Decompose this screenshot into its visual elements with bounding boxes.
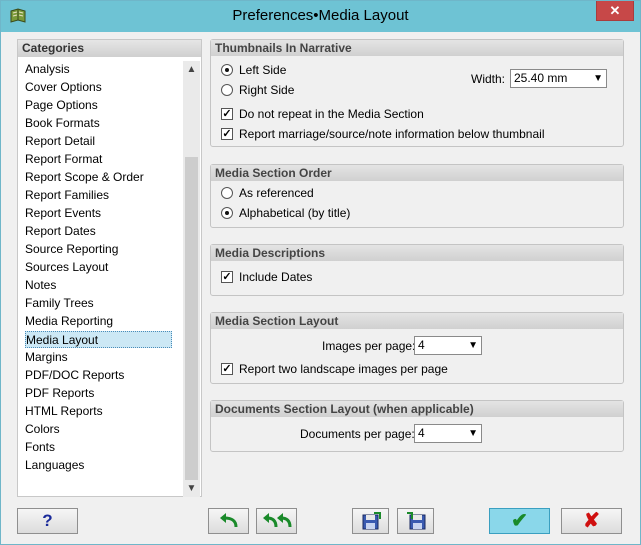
report-marriage-checkbox[interactable]: ✓ bbox=[221, 128, 233, 140]
dialog-body: Categories Analysis Cover Options Page O… bbox=[9, 32, 632, 538]
cancel-button[interactable]: ✘ bbox=[561, 508, 622, 534]
width-select[interactable]: 25.40 mm ▼ bbox=[510, 69, 607, 88]
undo-all-button[interactable] bbox=[256, 508, 297, 534]
category-item[interactable]: Notes bbox=[25, 277, 173, 294]
alphabetical-label: Alphabetical (by title) bbox=[239, 206, 351, 220]
categories-panel: Categories Analysis Cover Options Page O… bbox=[17, 39, 202, 497]
category-item[interactable]: Family Trees bbox=[25, 295, 173, 312]
width-label: Width: bbox=[471, 72, 506, 86]
thumbnails-group: Thumbnails In Narrative Left Side Right … bbox=[210, 39, 624, 147]
category-item[interactable]: Languages bbox=[25, 457, 173, 474]
media-section-layout-group: Media Section Layout Images per page: 4 … bbox=[210, 312, 624, 384]
documents-per-page-select[interactable]: 4 ▼ bbox=[414, 424, 482, 443]
include-dates-checkbox-row[interactable]: ✓ Include Dates bbox=[221, 268, 421, 286]
report-marriage-checkbox-row[interactable]: ✓ Report marriage/source/note informatio… bbox=[221, 125, 601, 143]
two-landscape-checkbox-row[interactable]: ✓ Report two landscape images per page bbox=[221, 360, 521, 378]
no-repeat-checkbox-row[interactable]: ✓ Do not repeat in the Media Section bbox=[221, 105, 551, 123]
as-referenced-label: As referenced bbox=[239, 186, 314, 200]
two-landscape-label: Report two landscape images per page bbox=[239, 362, 448, 376]
load-button[interactable] bbox=[397, 508, 434, 534]
chevron-down-icon: ▼ bbox=[468, 340, 478, 351]
images-per-page-value: 4 bbox=[418, 338, 425, 352]
width-select-value: 25.40 mm bbox=[514, 71, 568, 85]
category-item[interactable]: PDF/DOC Reports bbox=[25, 367, 173, 384]
media-descriptions-group: Media Descriptions ✓ Include Dates bbox=[210, 244, 624, 296]
media-section-order-group: Media Section Order As referenced Alphab… bbox=[210, 164, 624, 228]
report-marriage-label: Report marriage/source/note information … bbox=[239, 127, 545, 141]
as-referenced-radio[interactable] bbox=[221, 187, 233, 199]
undo-all-arrows-icon bbox=[262, 513, 291, 528]
close-button[interactable]: ✕ bbox=[596, 1, 634, 21]
categories-scrollbar[interactable]: ▲ ▼ bbox=[183, 61, 200, 497]
category-item[interactable]: PDF Reports bbox=[25, 385, 173, 402]
alphabetical-radio[interactable] bbox=[221, 207, 233, 219]
category-item[interactable]: Report Detail bbox=[25, 133, 173, 150]
category-item[interactable]: Report Families bbox=[25, 187, 173, 204]
thumbnails-group-title: Thumbnails In Narrative bbox=[211, 40, 623, 56]
category-item[interactable]: Fonts bbox=[25, 439, 173, 456]
category-item[interactable]: Report Dates bbox=[25, 223, 173, 240]
category-item-selected[interactable]: Media Layout bbox=[25, 331, 172, 348]
save-button[interactable] bbox=[352, 508, 389, 534]
category-item[interactable]: Media Reporting bbox=[25, 313, 173, 330]
documents-per-page-value: 4 bbox=[418, 426, 425, 440]
scroll-up-arrow-icon[interactable]: ▲ bbox=[183, 61, 200, 78]
undo-button[interactable] bbox=[208, 508, 249, 534]
title-bar[interactable]: Preferences•Media Layout ✕ bbox=[1, 1, 640, 32]
ok-button[interactable]: ✔ bbox=[489, 508, 550, 534]
category-item[interactable]: Analysis bbox=[25, 61, 173, 78]
right-side-label: Right Side bbox=[239, 83, 295, 97]
chevron-down-icon: ▼ bbox=[593, 73, 603, 84]
category-item[interactable]: Page Options bbox=[25, 97, 173, 114]
scroll-thumb[interactable] bbox=[185, 157, 198, 480]
undo-arrow-icon bbox=[219, 513, 237, 528]
documents-section-layout-title: Documents Section Layout (when applicabl… bbox=[211, 401, 623, 417]
categories-header: Categories bbox=[18, 40, 201, 57]
category-item[interactable]: HTML Reports bbox=[25, 403, 173, 420]
no-repeat-label: Do not repeat in the Media Section bbox=[239, 107, 424, 121]
category-item[interactable]: Colors bbox=[25, 421, 173, 438]
category-item[interactable]: Cover Options bbox=[25, 79, 173, 96]
category-item[interactable]: Sources Layout bbox=[25, 259, 173, 276]
images-per-page-label: Images per page: bbox=[322, 339, 416, 353]
left-side-label: Left Side bbox=[239, 63, 287, 77]
floppy-load-icon bbox=[406, 512, 425, 530]
left-side-radio-row[interactable]: Left Side bbox=[221, 61, 421, 79]
category-item[interactable]: Margins bbox=[25, 349, 173, 366]
scroll-down-arrow-icon[interactable]: ▼ bbox=[183, 480, 200, 497]
alphabetical-radio-row[interactable]: Alphabetical (by title) bbox=[221, 204, 421, 222]
images-per-page-select[interactable]: 4 ▼ bbox=[414, 336, 482, 355]
media-section-layout-title: Media Section Layout bbox=[211, 313, 623, 329]
category-item[interactable]: Report Scope & Order bbox=[25, 169, 173, 186]
left-side-radio[interactable] bbox=[221, 64, 233, 76]
as-referenced-radio-row[interactable]: As referenced bbox=[221, 184, 421, 202]
category-item[interactable]: Report Events bbox=[25, 205, 173, 222]
documents-per-page-label: Documents per page: bbox=[300, 427, 415, 441]
category-item[interactable]: Book Formats bbox=[25, 115, 173, 132]
preferences-window: Preferences•Media Layout ✕ Categories An… bbox=[0, 0, 641, 545]
no-repeat-checkbox[interactable]: ✓ bbox=[221, 108, 233, 120]
include-dates-label: Include Dates bbox=[239, 270, 313, 284]
window-title: Preferences•Media Layout bbox=[232, 7, 409, 24]
include-dates-checkbox[interactable]: ✓ bbox=[221, 271, 233, 283]
media-descriptions-title: Media Descriptions bbox=[211, 245, 623, 261]
documents-section-layout-group: Documents Section Layout (when applicabl… bbox=[210, 400, 624, 452]
category-item[interactable]: Source Reporting bbox=[25, 241, 173, 258]
right-side-radio-row[interactable]: Right Side bbox=[221, 81, 421, 99]
help-button[interactable]: ? bbox=[17, 508, 78, 534]
media-section-order-title: Media Section Order bbox=[211, 165, 623, 181]
two-landscape-checkbox[interactable]: ✓ bbox=[221, 363, 233, 375]
category-item[interactable]: Report Format bbox=[25, 151, 173, 168]
floppy-save-icon bbox=[362, 512, 381, 530]
right-side-radio[interactable] bbox=[221, 84, 233, 96]
chevron-down-icon: ▼ bbox=[468, 428, 478, 439]
